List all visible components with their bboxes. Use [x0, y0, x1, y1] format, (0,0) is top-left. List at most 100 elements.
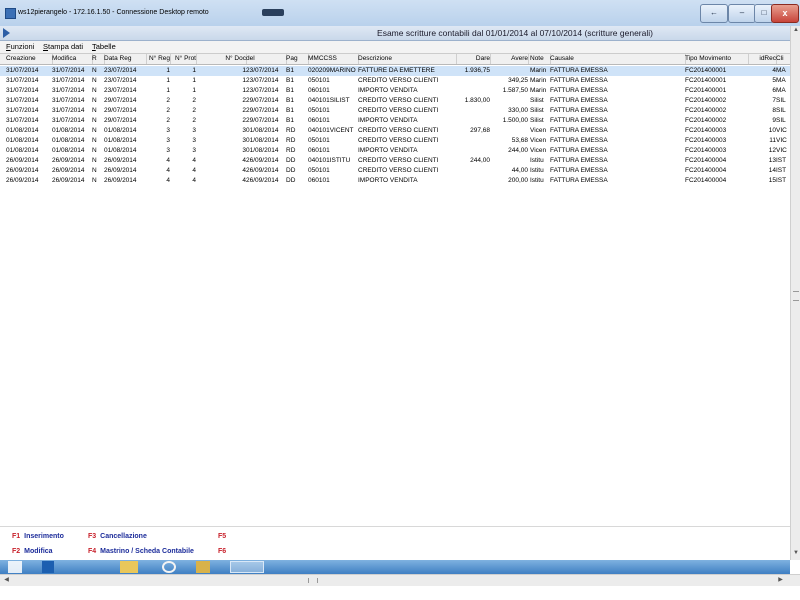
column-header-n-prot[interactable]: N° Prot — [172, 54, 197, 64]
remote-desktop-taskbar-icon[interactable] — [230, 561, 264, 573]
fkey-f4[interactable]: F4 Mastrino / Scheda Contabile — [88, 548, 194, 555]
cell-note: Vicen — [530, 147, 547, 154]
table-row[interactable]: 31/07/2014 31/07/2014 N 29/07/2014 2 2 2 29/07/… — [0, 116, 790, 126]
scroll-left-icon[interactable]: ◀ — [2, 576, 11, 583]
fkey-f6[interactable]: F6 — [218, 548, 230, 555]
cell-cli: IST — [776, 157, 787, 164]
table-row[interactable]: 26/09/2014 26/09/2014 N 26/09/2014 4 4 4 26/09/… — [0, 156, 790, 166]
fkey-f2[interactable]: F2 Modifica — [12, 548, 53, 555]
cell-note: Istitu — [530, 167, 544, 174]
fkey-f3[interactable]: F3 Cancellazione — [88, 533, 147, 540]
internet-explorer-icon[interactable] — [162, 561, 176, 573]
arrow-left-icon: ← — [710, 8, 718, 17]
cell-modifica: 31/07/2014 — [52, 67, 85, 74]
connection-bar-icon[interactable] — [262, 9, 284, 16]
column-header-n-reg[interactable]: N° Reg — [146, 54, 171, 64]
cell-del: 29/07/2014 — [246, 117, 279, 124]
column-header-creazione[interactable]: Creazione — [6, 54, 53, 64]
column-header-cli[interactable]: Cli — [776, 54, 791, 64]
table-row[interactable]: 26/09/2014 26/09/2014 N 26/09/2014 4 4 4 26/09/… — [0, 166, 790, 176]
cell-del: 01/08/2014 — [246, 137, 279, 144]
column-header-data-reg[interactable]: Data Reg — [104, 54, 147, 64]
close-button[interactable]: x — [771, 4, 799, 23]
cell-descrizione: CREDITO VERSO CLIENTI — [358, 77, 439, 84]
column-header-idrec[interactable]: idRec — [748, 54, 777, 64]
cell-tipo-movimento: FC201400004 — [685, 167, 727, 174]
vertical-scrollbar[interactable]: ▲ ▼ — [790, 26, 800, 560]
cell-n-doc: 4 — [242, 167, 246, 174]
cell-modifica: 26/09/2014 — [52, 167, 85, 174]
cell-idrec: 7 — [772, 97, 776, 104]
column-header-modifica[interactable]: Modifica — [52, 54, 93, 64]
grid-header: Creazione Modifica R Data Reg N° Reg N° Prot N… — [0, 54, 791, 65]
menu-stampa-dati[interactable]: Stampa dati — [43, 42, 83, 51]
cell-n-reg: 1 — [166, 77, 170, 84]
column-header-pag[interactable]: Pag — [286, 54, 309, 64]
cell-descrizione: CREDITO VERSO CLIENTI — [358, 97, 439, 104]
column-header-causale[interactable]: Causale — [550, 54, 686, 64]
cell-n-reg: 3 — [166, 137, 170, 144]
entries-grid[interactable]: Creazione Modifica R Data Reg N° Reg N° Prot N… — [0, 54, 791, 524]
cell-creazione: 31/07/2014 — [6, 107, 39, 114]
cell-cli: IST — [776, 167, 787, 174]
cell-cli: SIL — [776, 107, 786, 114]
cell-creazione: 31/07/2014 — [6, 117, 39, 124]
table-row[interactable]: 26/09/2014 26/09/2014 N 26/09/2014 4 4 4 26/09/… — [0, 176, 790, 186]
column-header-n-doc[interactable]: N° Doc — [196, 54, 247, 64]
column-header-dare[interactable]: Dare — [456, 54, 491, 64]
app-icon[interactable] — [196, 561, 210, 573]
rdp-window-title: ws12pierangelo - 172.16.1.50 - Connessio… — [18, 9, 209, 16]
cell-r: N — [92, 177, 97, 184]
cell-r: N — [92, 77, 97, 84]
table-row[interactable]: 31/07/2014 31/07/2014 N 23/07/2014 1 1 1 23/07/… — [0, 76, 790, 86]
table-row[interactable]: 01/08/2014 01/08/2014 N 01/08/2014 3 3 3 01/08/… — [0, 136, 790, 146]
column-header-note[interactable]: Note — [530, 54, 551, 64]
cell-n-prot: 4 — [192, 177, 196, 184]
windows-start-icon[interactable] — [8, 561, 22, 573]
cell-n-doc: 4 — [242, 157, 246, 164]
cell-n-doc: 1 — [242, 67, 246, 74]
column-header-avere[interactable]: Avere — [502, 54, 529, 64]
column-header-del[interactable]: del — [246, 54, 287, 64]
cell-n-reg: 4 — [166, 157, 170, 164]
table-row[interactable]: 31/07/2014 31/07/2014 N 23/07/2014 1 1 1 23/07/… — [0, 86, 790, 96]
cell-n-reg: 4 — [166, 167, 170, 174]
restore-button[interactable]: ← — [700, 4, 728, 23]
column-header-mmccss[interactable]: MMCCSS — [308, 54, 359, 64]
file-explorer-icon[interactable] — [42, 561, 54, 573]
cell-cli: MA — [776, 77, 786, 84]
cell-data-reg: 01/08/2014 — [104, 147, 137, 154]
cell-n-prot: 3 — [192, 127, 196, 134]
table-row[interactable]: 31/07/2014 31/07/2014 N 29/07/2014 2 2 2 29/07/… — [0, 106, 790, 116]
cell-note: Vicen — [530, 127, 547, 134]
cell-data-reg: 23/07/2014 — [104, 77, 137, 84]
scroll-up-icon[interactable]: ▲ — [792, 27, 800, 36]
cell-idrec: 14 — [768, 167, 776, 174]
column-header-descrizione[interactable]: Descrizione — [358, 54, 457, 64]
cell-modifica: 26/09/2014 — [52, 177, 85, 184]
table-row[interactable]: 31/07/2014 31/07/2014 N 23/07/2014 1 1 1 23/07/… — [0, 66, 790, 76]
folder-icon[interactable] — [120, 561, 138, 573]
table-row[interactable]: 01/08/2014 01/08/2014 N 01/08/2014 3 3 3 01/08/… — [0, 146, 790, 156]
scroll-thumb-horizontal[interactable] — [308, 578, 318, 583]
menu-funzioni[interactable]: Funzioni — [6, 42, 34, 51]
cell-causale: FATTURA EMESSA — [550, 77, 608, 84]
scroll-right-icon[interactable]: ▶ — [776, 576, 785, 583]
scroll-down-icon[interactable]: ▼ — [792, 550, 800, 559]
cell-cli: MA — [776, 67, 786, 74]
minimize-button[interactable]: – — [728, 4, 756, 23]
cell-creazione: 26/09/2014 — [6, 167, 39, 174]
fkey-f5[interactable]: F5 — [218, 533, 230, 540]
cell-modifica: 01/08/2014 — [52, 137, 85, 144]
column-header-tipo-movimento[interactable]: Tipo Movimento — [685, 54, 749, 64]
table-row[interactable]: 31/07/2014 31/07/2014 N 29/07/2014 2 2 2 29/07/… — [0, 96, 790, 106]
scroll-thumb[interactable] — [793, 291, 799, 301]
cell-n-doc: 2 — [242, 97, 246, 104]
menu-tabelle[interactable]: Tabelle — [92, 42, 116, 51]
cell-modifica: 31/07/2014 — [52, 117, 85, 124]
rdp-title-bar: ws12pierangelo - 172.16.1.50 - Connessio… — [0, 0, 800, 27]
cell-mmccss: 040101VICENT — [308, 127, 354, 134]
cell-descrizione: IMPORTO VENDITA — [358, 177, 418, 184]
table-row[interactable]: 01/08/2014 01/08/2014 N 01/08/2014 3 3 3 01/08/… — [0, 126, 790, 136]
fkey-f1[interactable]: F1 Inserimento — [12, 533, 64, 540]
